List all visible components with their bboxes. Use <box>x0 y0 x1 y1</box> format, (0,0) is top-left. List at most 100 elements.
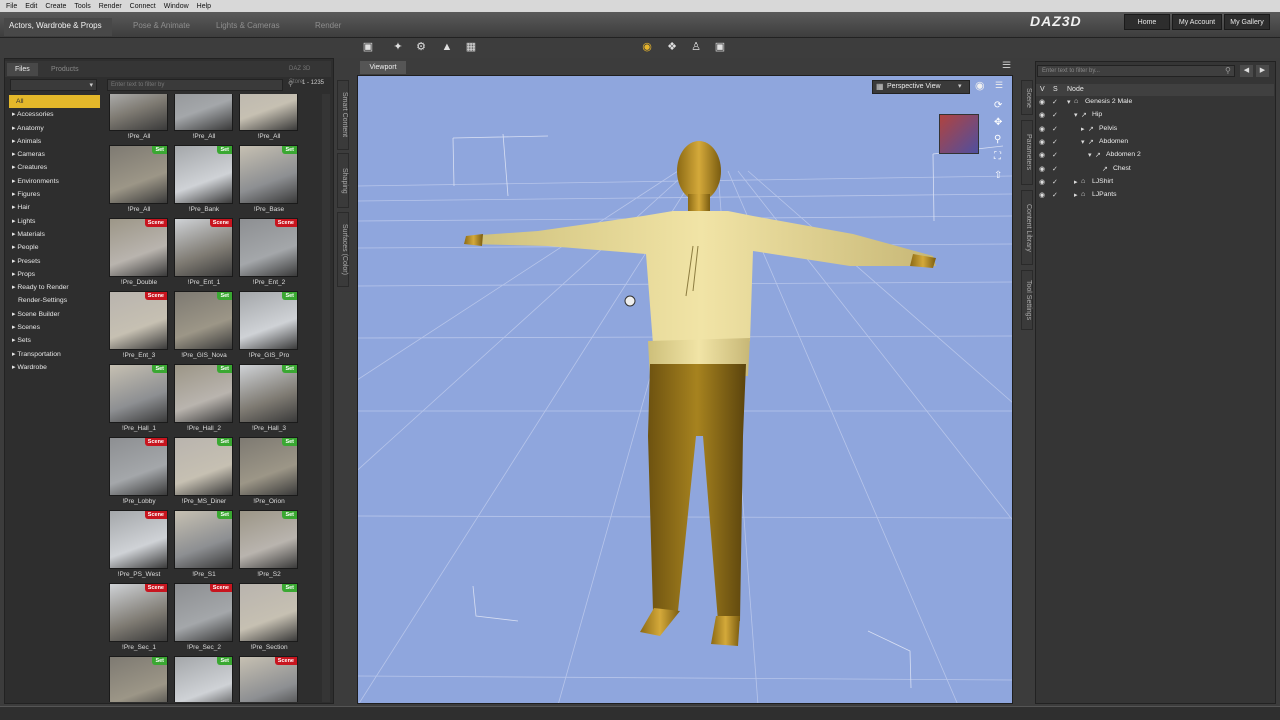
expand-arrow-icon[interactable]: ▾ <box>1067 98 1071 106</box>
tab-surfaces[interactable]: Surfaces (Color) <box>337 212 349 287</box>
draw-style-icon[interactable]: ◉ <box>975 79 985 92</box>
tab-tool-settings[interactable]: Tool Settings <box>1021 270 1033 330</box>
visibility-eye-icon[interactable]: ◉ <box>1039 151 1045 159</box>
scene-node[interactable]: Chest <box>1113 165 1131 172</box>
category-item[interactable]: ▸ Environments <box>9 175 100 188</box>
content-thumbnail[interactable]: Set <box>174 656 233 702</box>
category-item[interactable]: ▸ Transportation <box>9 348 100 361</box>
tab-smart-content[interactable]: Smart Content <box>337 80 349 150</box>
content-filter-input[interactable]: Enter text to filter by <box>107 79 283 91</box>
content-thumbnail[interactable]: Set <box>239 437 298 496</box>
home-button[interactable]: Home <box>1124 14 1170 30</box>
tab-viewport[interactable]: Viewport <box>360 61 406 74</box>
category-item[interactable]: ▸ Materials <box>9 228 100 241</box>
tab-scene[interactable]: Scene <box>1021 80 1033 115</box>
selectable-check-icon[interactable]: ✓ <box>1052 98 1058 106</box>
menu-create[interactable]: Create <box>45 3 66 10</box>
category-item[interactable]: ▸ Lights <box>9 215 100 228</box>
category-item[interactable]: Render-Settings <box>9 294 100 307</box>
visibility-eye-icon[interactable]: ◉ <box>1039 191 1045 199</box>
scene-node[interactable]: Abdomen 2 <box>1106 151 1141 158</box>
frame-icon[interactable]: ⛶ <box>994 151 1001 162</box>
category-item[interactable]: ▸ Figures <box>9 188 100 201</box>
panel-menu-icon[interactable]: ☰ <box>1003 60 1011 71</box>
visible-column[interactable]: V <box>1040 84 1045 96</box>
tab-content-library[interactable]: Content Library <box>1021 190 1033 265</box>
spot-render-icon[interactable]: ❖ <box>665 40 679 54</box>
content-thumbnail[interactable]: Set <box>174 364 233 423</box>
selectable-check-icon[interactable]: ✓ <box>1052 191 1058 199</box>
category-item[interactable]: ▸ Props <box>9 268 100 281</box>
scene-node[interactable]: LJPants <box>1092 191 1117 198</box>
camera-icon[interactable]: ▣ <box>361 40 375 54</box>
content-thumbnail[interactable]: Set <box>109 656 168 702</box>
content-thumbnail[interactable] <box>109 94 168 131</box>
category-item[interactable]: ▸ Sets <box>9 334 100 347</box>
tab-shaping[interactable]: Shaping <box>337 153 349 208</box>
visibility-eye-icon[interactable]: ◉ <box>1039 165 1045 173</box>
visibility-eye-icon[interactable]: ◉ <box>1039 111 1045 119</box>
pan-icon[interactable]: ✥ <box>994 117 1002 128</box>
content-thumbnail[interactable]: Scene <box>109 218 168 277</box>
category-item[interactable]: ▸ Hair <box>9 201 100 214</box>
selectable-check-icon[interactable]: ✓ <box>1052 165 1058 173</box>
content-thumbnail[interactable]: Scene <box>109 291 168 350</box>
menu-help[interactable]: Help <box>197 3 211 10</box>
my-account-button[interactable]: My Account <box>1172 14 1222 30</box>
selectable-check-icon[interactable]: ✓ <box>1052 111 1058 119</box>
content-thumbnail[interactable]: Set <box>239 583 298 642</box>
viewport-3d[interactable] <box>357 75 1013 704</box>
menu-file[interactable]: File <box>6 3 17 10</box>
selectable-check-icon[interactable]: ✓ <box>1052 178 1058 186</box>
category-item[interactable]: ▸ Scenes <box>9 321 100 334</box>
menu-connect[interactable]: Connect <box>130 3 156 10</box>
category-item[interactable]: ▸ Animals <box>9 135 100 148</box>
visibility-eye-icon[interactable]: ◉ <box>1039 125 1045 133</box>
tab-actors-wardrobe-props[interactable]: Actors, Wardrobe & Props <box>4 18 112 36</box>
node-selection-icon[interactable]: ✦ <box>391 40 405 54</box>
my-gallery-button[interactable]: My Gallery <box>1224 14 1270 30</box>
expand-arrow-icon[interactable]: ▸ <box>1081 125 1085 133</box>
tab-parameters[interactable]: Parameters <box>1021 120 1033 185</box>
selectable-check-icon[interactable]: ✓ <box>1052 151 1058 159</box>
content-thumbnail[interactable]: Scene <box>109 510 168 569</box>
content-thumbnail[interactable]: Scene <box>174 218 233 277</box>
view-cube[interactable] <box>939 114 979 154</box>
category-item[interactable]: ▸ Wardrobe <box>9 361 100 374</box>
tab-lights-cameras[interactable]: Lights & Cameras <box>206 18 290 36</box>
selectable-check-icon[interactable]: ✓ <box>1052 138 1058 146</box>
category-item[interactable]: ▸ Creatures <box>9 161 100 174</box>
content-thumbnail[interactable]: Set <box>174 437 233 496</box>
menu-render[interactable]: Render <box>99 3 122 10</box>
reset-view-icon[interactable]: ⇧ <box>994 170 1002 181</box>
selectable-check-icon[interactable]: ✓ <box>1052 125 1058 133</box>
zoom-icon[interactable]: ⚲ <box>994 134 1001 145</box>
render-settings-icon[interactable]: ◉ <box>640 40 654 54</box>
category-item[interactable]: ▸ Anatomy <box>9 122 100 135</box>
search-icon[interactable]: ⚲ <box>288 80 293 88</box>
content-thumbnail[interactable]: Set <box>239 145 298 204</box>
scene-filter-input[interactable]: Enter text to filter by... <box>1037 65 1235 77</box>
visibility-eye-icon[interactable]: ◉ <box>1039 138 1045 146</box>
scene-node[interactable]: Pelvis <box>1099 125 1117 132</box>
category-item[interactable]: All <box>9 95 100 109</box>
tab-pose-animate[interactable]: Pose & Animate <box>123 18 200 36</box>
perspective-view-dropdown[interactable]: Perspective View <box>872 80 970 94</box>
orbit-icon[interactable]: ⟳ <box>994 100 1002 111</box>
content-thumbnail[interactable]: Set <box>174 291 233 350</box>
category-item[interactable]: ▸ Ready to Render <box>9 281 100 294</box>
content-thumbnail[interactable]: Set <box>239 364 298 423</box>
category-item[interactable]: ▸ People <box>9 241 100 254</box>
content-thumbnail[interactable] <box>239 94 298 131</box>
content-thumbnail[interactable]: Scene <box>109 583 168 642</box>
viewport-options-icon[interactable]: ☰ <box>995 80 1003 91</box>
next-arrow-icon[interactable]: ▶ <box>1256 65 1269 77</box>
expand-arrow-icon[interactable]: ▾ <box>1088 151 1092 159</box>
content-thumbnail[interactable]: Set <box>109 145 168 204</box>
figure-tool-icon[interactable]: ♙ <box>689 40 703 54</box>
scale-tool-icon[interactable]: ▦ <box>464 40 478 54</box>
expand-arrow-icon[interactable]: ▾ <box>1074 111 1078 119</box>
content-thumbnail[interactable]: Set <box>109 364 168 423</box>
category-item[interactable]: ▸ Scene Builder <box>9 308 100 321</box>
visibility-eye-icon[interactable]: ◉ <box>1039 98 1045 106</box>
